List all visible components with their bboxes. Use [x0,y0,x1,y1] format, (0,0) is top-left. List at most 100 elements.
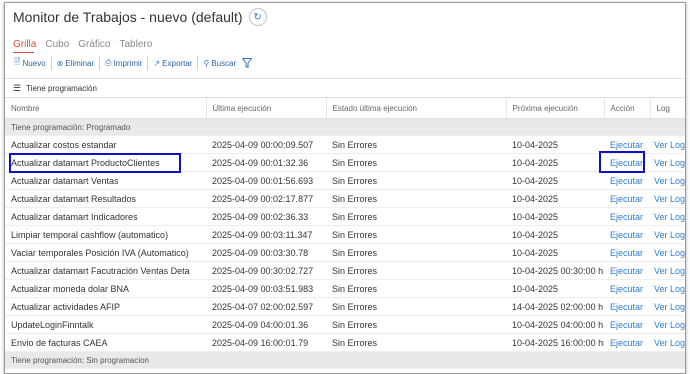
table-row[interactable]: Actualizar datamart Ventas 2025-04-09 00… [5,171,685,190]
group-label: Tiene programación: Programado [5,118,685,136]
search-label: Buscar [211,58,237,68]
cell-ultima-ejecucion: 2025-04-09 16:00:01.79 [206,333,326,352]
column-header-estado[interactable]: Estado última ejecución [326,97,507,119]
cell-estado: Sin Errores [326,261,506,280]
view-log-link[interactable]: Ver Log [650,135,685,154]
cell-ultima-ejecucion: 2025-04-09 00:00:09.507 [206,135,326,154]
execute-link[interactable]: Ejecutar [604,333,650,352]
view-log-link[interactable]: Ver Log [650,243,685,262]
table-row[interactable]: Vaciar temporales Posición IVA (Automati… [5,243,685,262]
table-row[interactable]: Actualizar datamart Indicadores 2025-04-… [5,207,685,226]
view-log-link[interactable]: Ver Log [650,297,685,316]
cell-ultima-ejecucion: 2025-04-09 00:02:17.877 [206,189,326,208]
view-log-link[interactable]: Ver Log [650,333,685,352]
cell-proxima-ejecucion: 14-04-2025 02:00:00 h [506,297,604,316]
filter-icon [242,58,253,68]
table-row[interactable]: Actualizar datamart ProductoClientes 202… [5,153,685,172]
cell-proxima-ejecucion: 10-04-2025 16:00:00 hs [506,333,604,352]
cell-proxima-ejecucion: 10-04-2025 [506,279,604,298]
table-row[interactable]: Actualizar datamart Facutración Ventas D… [5,261,685,280]
execute-link[interactable]: Ejecutar [604,171,650,190]
table-row[interactable]: Actualizar moneda dolar BNA 2025-04-09 0… [5,279,685,298]
cell-ultima-ejecucion: 2025-04-09 00:01:56.693 [206,171,326,190]
column-header-log[interactable]: Log [650,97,685,119]
new-button[interactable]: 🗎 Nuevo [11,56,49,70]
cell-ultima-ejecucion: 2025-04-07 02:00:02.597 [206,297,326,316]
cell-ultima-ejecucion: 2025-04-09 00:03:30.78 [206,243,326,262]
view-log-link[interactable]: Ver Log [650,261,685,280]
column-header-proxima-ejecucion[interactable]: Próxima ejecución [506,97,605,119]
search-button[interactable]: ⚲ Buscar [200,59,239,68]
cell-proxima-ejecucion: 10-04-2025 04:00:00 h [506,315,604,334]
column-header-nombre[interactable]: Nombre [5,97,207,119]
cell-proxima-ejecucion: 10-04-2025 [506,225,604,244]
cell-nombre: Actualizar datamart Resultados [5,189,206,208]
filter-button[interactable] [239,58,255,68]
execute-link[interactable]: Ejecutar [604,315,650,334]
cell-ultima-ejecucion: 2025-04-09 00:03:51.983 [206,279,326,298]
export-button[interactable]: ↗ Exportar [150,59,195,68]
delete-circle-icon: ⊗ [56,58,64,68]
tab-grafico[interactable]: Gráfico [78,39,110,50]
execute-link[interactable]: Ejecutar [604,207,650,226]
view-tabs: Grilla Cubo Gráfico Tablero [13,39,152,50]
cell-ultima-ejecucion: 2025-04-09 00:02:36.33 [206,207,326,226]
execute-link[interactable]: Ejecutar [604,261,650,280]
cell-nombre: Actualizar actividades AFIP [5,297,206,316]
execute-link[interactable]: Ejecutar [604,153,650,172]
print-label: Imprimir [113,58,143,68]
view-log-link[interactable]: Ver Log [650,153,685,172]
execute-link[interactable]: Ejecutar [604,243,650,262]
refresh-icon[interactable]: ↻ [248,8,267,26]
cell-nombre: Actualizar datamart Indicadores [5,207,206,226]
toolbar-divider [147,56,149,70]
view-log-link[interactable]: Ver Log [650,189,685,208]
table-row[interactable]: Actualizar actividades AFIP 2025-04-07 0… [5,297,685,316]
table-row[interactable]: UpdateLoginFinntalk 2025-04-09 04:00:01.… [5,315,685,334]
group-row[interactable]: Tiene programación: Programado [5,118,685,136]
table-row[interactable]: Envio de facturas CAEA 2025-04-09 16:00:… [5,333,685,352]
menu-icon[interactable]: ☰ [13,83,21,94]
view-log-link[interactable]: Ver Log [650,279,685,298]
cell-nombre: Actualizar costos estandar [5,135,206,154]
view-log-link[interactable]: Ver Log [650,315,685,334]
cell-proxima-ejecucion: 10-04-2025 [506,171,604,190]
cell-estado: Sin Errores [326,279,506,298]
print-button[interactable]: ⎙ Imprimir [102,58,145,68]
execute-link[interactable]: Ejecutar [604,189,650,208]
title-bar: Monitor de Trabajos - nuevo (default) ↻ [13,8,267,26]
cell-nombre: Actualizar datamart Facutración Ventas D… [5,261,206,280]
export-label: Exportar [162,58,193,68]
delete-button[interactable]: ⊗ Eliminar [54,59,98,68]
toolbar-divider [99,56,101,70]
column-header-ultima-ejecucion[interactable]: Última ejecución [206,97,327,119]
cell-nombre: Vaciar temporales Posición IVA (Automati… [5,243,206,262]
export-icon: ↗ [153,58,161,68]
execute-link[interactable]: Ejecutar [604,225,650,244]
view-log-link[interactable]: Ver Log [650,207,685,226]
cell-proxima-ejecucion: 10-04-2025 [506,207,604,226]
table-row[interactable]: Actualizar datamart Resultados 2025-04-0… [5,189,685,208]
execute-link[interactable]: Ejecutar [604,279,650,298]
execute-link[interactable]: Ejecutar [604,135,650,154]
tab-tablero[interactable]: Tablero [119,39,152,50]
table-row[interactable]: Actualizar costos estandar 2025-04-09 00… [5,135,685,154]
group-row[interactable]: Tiene programación: Sin programacion [5,351,685,369]
cell-proxima-ejecucion: 10-04-2025 [506,243,604,262]
cell-estado: Sin Errores [326,207,506,226]
cell-estado: Sin Errores [326,333,506,352]
cell-nombre: Actualizar moneda dolar BNA [5,279,206,298]
tab-cubo[interactable]: Cubo [45,39,69,50]
tab-grilla[interactable]: Grilla [13,39,36,50]
execute-link[interactable]: Ejecutar [604,297,650,316]
cell-nombre: Limpiar temporal cashflow (automatico) [5,225,206,244]
active-tab-underline [13,52,34,53]
grouping-bar: ☰ Tiene programación [5,78,685,97]
table-row[interactable]: Limpiar temporal cashflow (automatico) 2… [5,225,685,244]
cell-ultima-ejecucion: 2025-04-09 00:30:02.727 [206,261,326,280]
column-header-accion[interactable]: Acción [604,97,651,119]
new-label: Nuevo [22,58,46,68]
view-log-link[interactable]: Ver Log [650,225,685,244]
cell-nombre: Actualizar datamart ProductoClientes [5,153,206,172]
view-log-link[interactable]: Ver Log [650,171,685,190]
